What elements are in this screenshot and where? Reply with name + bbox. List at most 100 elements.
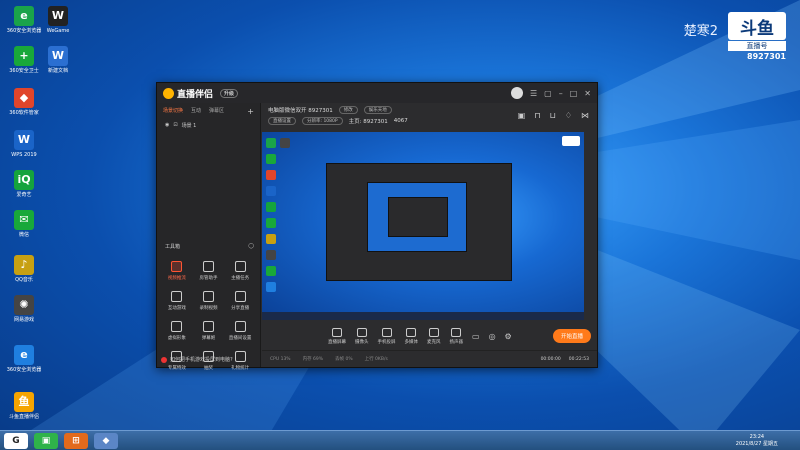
- tool-label: 房管助手: [199, 276, 218, 281]
- toolbox-header: 工具箱 ◯: [165, 243, 254, 250]
- speaker-button[interactable]: 扬声器: [450, 327, 463, 345]
- tab-interaction[interactable]: 互动: [191, 107, 201, 116]
- gift-icon[interactable]: ▣: [518, 111, 526, 120]
- taskbar-app-iqiyi[interactable]: ▣: [34, 432, 58, 449]
- notice-icon: [161, 356, 167, 363]
- desktop-icon-label: WeGame: [46, 28, 70, 34]
- tool-item[interactable]: 互动游戏: [161, 291, 193, 311]
- avatar[interactable]: [511, 87, 523, 99]
- tool-icon: [171, 291, 183, 302]
- tool-item[interactable]: 房管助手: [193, 261, 225, 281]
- desktop-icon[interactable]: ♪ QQ音乐: [2, 255, 46, 283]
- upgrade-badge[interactable]: 升级: [220, 88, 239, 98]
- tool-icon: [234, 321, 246, 332]
- speaker-icon: [451, 327, 462, 337]
- lock-icon[interactable]: ⊡: [173, 122, 177, 129]
- lock-icon[interactable]: ⊓: [534, 111, 540, 120]
- record-icon[interactable]: ▭: [472, 332, 480, 341]
- notice-text: 如何把手机游戏投屏到电脑?: [170, 357, 233, 363]
- desktop-icon[interactable]: W WPS 2019: [2, 130, 46, 158]
- desktop-icon-label: 360软件管家: [9, 110, 39, 116]
- start-button[interactable]: G: [4, 432, 28, 449]
- desktop-icon-thumb: [266, 170, 276, 180]
- tab-scenes[interactable]: 场景切换: [163, 107, 183, 116]
- tool-item[interactable]: 虚拟形象: [161, 321, 193, 341]
- microphone-icon: [428, 327, 439, 337]
- tool-item[interactable]: 视频推流: [161, 261, 193, 281]
- desktop-icon[interactable]: W 新建文档: [36, 46, 80, 74]
- stream-preview[interactable]: [262, 132, 584, 320]
- scene-item[interactable]: ◉ ⊡ 场景 1: [157, 120, 260, 131]
- maximize-icon[interactable]: □: [570, 89, 578, 98]
- camera-button[interactable]: 摄像头: [355, 327, 369, 345]
- tool-label: 弹幕姬: [201, 336, 216, 341]
- tool-label: 录制视频: [199, 306, 218, 311]
- desktop-icon[interactable]: ✉ 微信: [2, 210, 46, 238]
- share-icon[interactable]: ⋈: [581, 111, 589, 120]
- app-icon: ♪: [14, 255, 34, 275]
- desktop-icon[interactable]: ✺ 网易游戏: [2, 295, 46, 323]
- live-duration: 00:00:00: [540, 356, 561, 362]
- tool-label: 直播间设置: [228, 336, 252, 341]
- multimedia-button[interactable]: 多媒体: [404, 327, 419, 345]
- tool-item[interactable]: 录制视频: [193, 291, 225, 311]
- phone-mirror-icon: [381, 327, 392, 337]
- toolbox-settings-icon[interactable]: ◯: [248, 243, 254, 250]
- phone-mirror-button[interactable]: 手机投屏: [378, 327, 396, 345]
- app-icon: e: [14, 6, 34, 26]
- app-icon: ◆: [14, 88, 34, 108]
- desktop-icon-thumb: [266, 234, 276, 244]
- desktop-icon[interactable]: ◆ 360软件管家: [2, 88, 46, 116]
- tool-icon: [234, 261, 246, 272]
- app-icon: ✺: [14, 295, 34, 315]
- bag-icon[interactable]: ⊔: [550, 111, 556, 120]
- taskbar-app-streamer[interactable]: ◆: [94, 432, 118, 449]
- tool-item[interactable]: 主播任务: [224, 261, 256, 281]
- tool-label: 专属特效: [167, 366, 186, 371]
- microphone-button[interactable]: 麦克风: [427, 327, 441, 345]
- tab-danmaku[interactable]: 弹幕区: [209, 107, 224, 116]
- system-clock[interactable]: 23:24 2021/8/27 星期五: [736, 434, 796, 448]
- skin-icon[interactable]: ▢: [544, 89, 552, 98]
- source-controls: 直播屏幕 摄像头 手机投屏 多媒体 麦克风 扬声器 ▭ ◎ ⚙ 开始直播: [262, 321, 597, 351]
- close-icon[interactable]: ✕: [584, 89, 591, 98]
- category-select[interactable]: 娱乐天地: [363, 106, 392, 114]
- bell-icon[interactable]: ♢: [565, 111, 572, 120]
- desktop-icon[interactable]: W WeGame: [36, 6, 80, 34]
- tool-icon: [234, 351, 246, 362]
- menu-icon[interactable]: ☰: [530, 89, 537, 98]
- app-brand: 直播伴侣 升级: [163, 87, 239, 100]
- screen-capture-button[interactable]: 直播屏幕: [328, 327, 346, 345]
- settings-icon[interactable]: ⚙: [505, 332, 512, 341]
- minimize-icon[interactable]: –: [559, 89, 563, 98]
- desktop-icon[interactable]: 鱼斗鱼直播伴侣: [2, 392, 46, 420]
- desktop-icon-thumb: [280, 138, 290, 148]
- app-titlebar: 直播伴侣 升级 ☰ ▢ – □ ✕: [157, 83, 597, 103]
- sidebar: 场景切换 互动 弹幕区 + ◉ ⊡ 场景 1 工具箱 ◯ 视频推流 房管助手 主播任…: [157, 103, 261, 371]
- live-settings-button[interactable]: 直播设置: [268, 117, 296, 125]
- tool-item[interactable]: 分享直播: [224, 291, 256, 311]
- control-label: 摄像头: [355, 339, 369, 345]
- edit-title-button[interactable]: 修改: [338, 106, 358, 114]
- desktop-icon-thumb: [266, 202, 276, 212]
- desktop-icon-label: 新建文档: [47, 68, 68, 74]
- notice-bar[interactable]: 如何把手机游戏投屏到电脑?: [161, 356, 233, 363]
- scene-label: 场景 1: [181, 123, 197, 129]
- desktop-icon[interactable]: e 360安全浏览器: [2, 345, 46, 373]
- eye-icon[interactable]: ◉: [165, 122, 169, 129]
- desktop-icon-label: 爱奇艺: [16, 192, 32, 198]
- control-label: 多媒体: [404, 339, 419, 345]
- tool-item[interactable]: 弹幕姬: [193, 321, 225, 341]
- go-live-button[interactable]: 开始直播: [552, 329, 591, 343]
- desktop-icon[interactable]: iQ 爱奇艺: [2, 170, 46, 198]
- eye-icon[interactable]: ◎: [489, 332, 496, 341]
- tool-item[interactable]: 直播间设置: [224, 321, 256, 341]
- resolution-button[interactable]: 分辨率: 1080P: [302, 117, 343, 125]
- app-icon: W: [14, 130, 34, 150]
- taskbar-app-office[interactable]: ⊞: [64, 432, 88, 449]
- desktop-icon-thumb: [266, 186, 276, 196]
- desktop-icon-thumb: [266, 250, 276, 260]
- add-scene-button[interactable]: +: [247, 107, 254, 116]
- room-number: 8927301: [747, 52, 786, 61]
- app-icon: W: [48, 46, 68, 66]
